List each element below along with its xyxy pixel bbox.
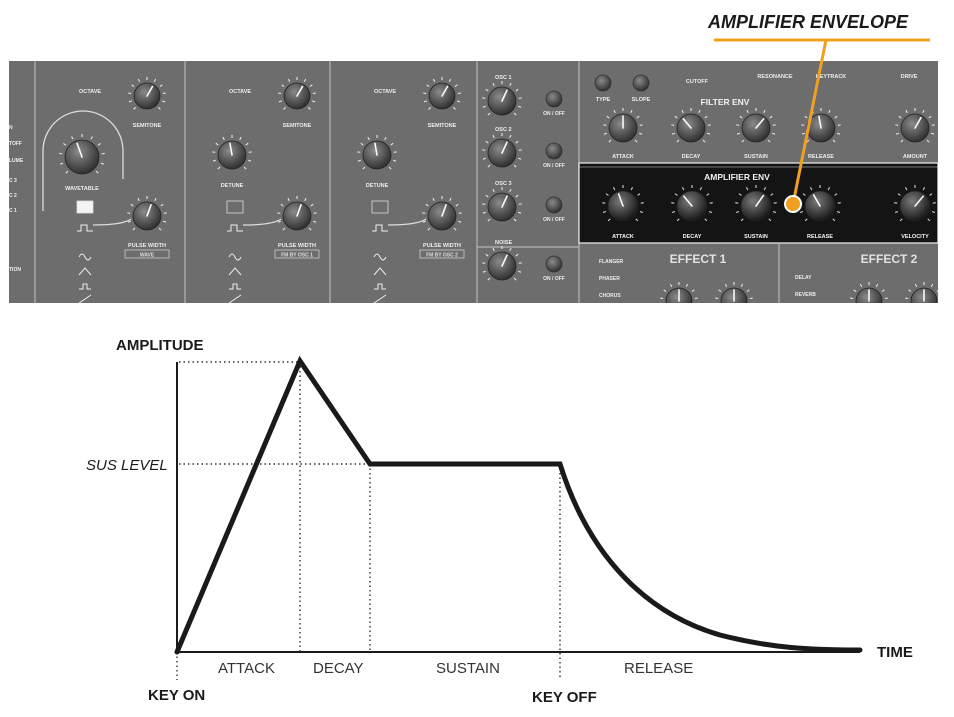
amplitude-label: AMPLITUDE	[116, 337, 204, 354]
key-on-label: KEY ON	[148, 687, 206, 704]
decay-phase-label: DECAY	[313, 660, 364, 677]
sus-level-label: SUS LEVEL	[86, 457, 168, 474]
envelope-curve	[174, 355, 863, 655]
attack-phase-label: ATTACK	[218, 660, 275, 677]
key-off-label: KEY OFF	[532, 689, 597, 706]
release-phase-label: RELEASE	[624, 660, 694, 677]
adsr-diagram	[174, 38, 930, 680]
callout-leader	[714, 38, 930, 213]
time-label: TIME	[877, 644, 913, 661]
sustain-phase-label: SUSTAIN	[436, 660, 500, 677]
